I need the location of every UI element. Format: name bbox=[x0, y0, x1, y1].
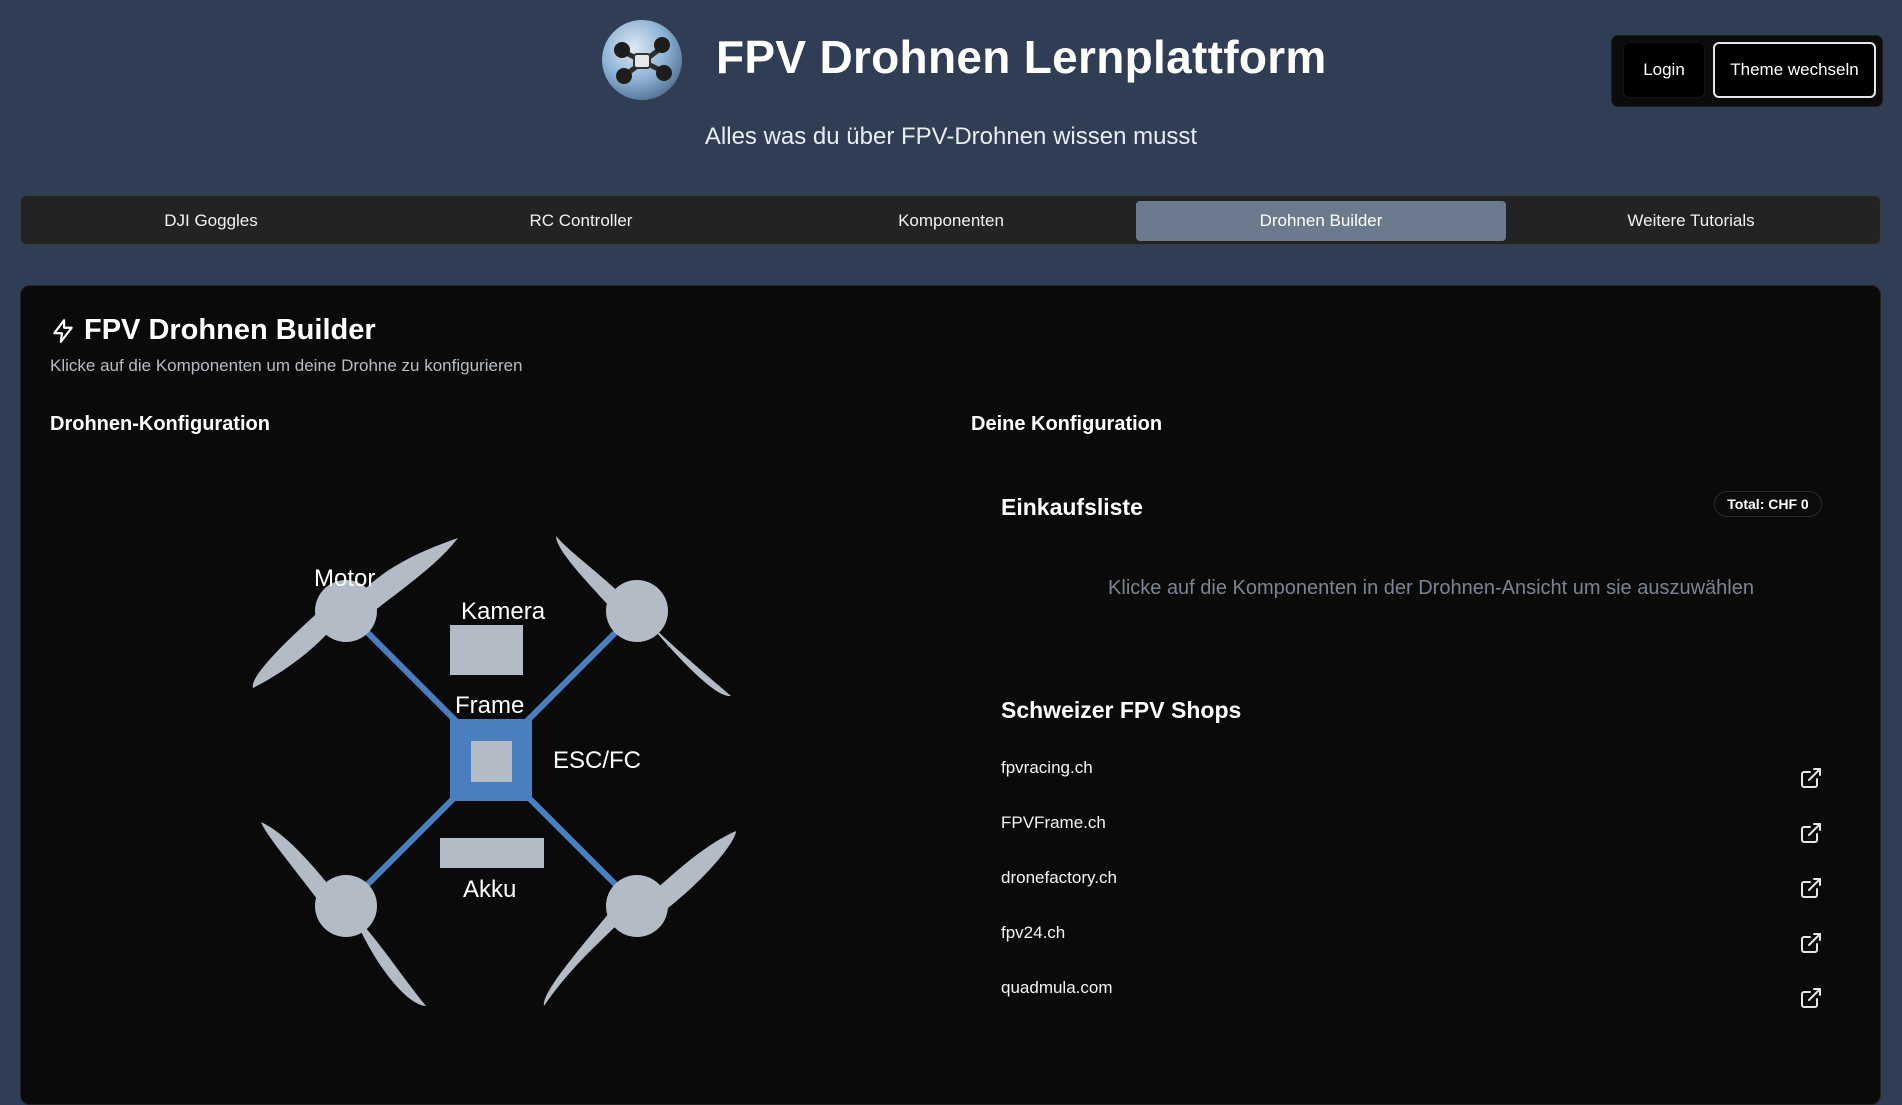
total-badge: Total: CHF 0 bbox=[1714, 491, 1822, 517]
shop-item: quadmula.com bbox=[1001, 978, 1823, 1018]
external-link-icon[interactable] bbox=[1799, 766, 1823, 790]
drone-logo-icon bbox=[602, 20, 682, 100]
motor-rear-right[interactable] bbox=[606, 875, 668, 937]
tab-dji-goggles[interactable]: DJI Goggles bbox=[26, 201, 396, 241]
header-actions: Login Theme wechseln bbox=[1611, 35, 1883, 107]
kamera-label: Kamera bbox=[461, 598, 546, 625]
empty-shopping-message: Klicke auf die Komponenten in der Drohne… bbox=[1108, 577, 1754, 599]
external-link-icon[interactable] bbox=[1799, 931, 1823, 955]
battery-part[interactable] bbox=[440, 838, 544, 868]
tab-rc-controller[interactable]: RC Controller bbox=[396, 201, 766, 241]
shop-item: dronefactory.ch bbox=[1001, 868, 1823, 908]
esc-fc-label: ESC/FC bbox=[553, 747, 641, 774]
builder-subtitle: Klicke auf die Komponenten um deine Droh… bbox=[50, 356, 523, 375]
esc-fc-part[interactable] bbox=[471, 741, 512, 782]
site-title: FPV Drohnen Lernplattform bbox=[716, 31, 1327, 83]
motor-front-right[interactable] bbox=[606, 580, 668, 642]
motor-label: Motor bbox=[314, 565, 375, 592]
shop-name-quadmula[interactable]: quadmula.com bbox=[1001, 978, 1113, 998]
theme-toggle-button[interactable]: Theme wechseln bbox=[1713, 42, 1876, 98]
shop-name-fpvracing[interactable]: fpvracing.ch bbox=[1001, 758, 1093, 778]
swiss-shops-title: Schweizer FPV Shops bbox=[1001, 697, 1242, 723]
shop-name-fpv24[interactable]: fpv24.ch bbox=[1001, 923, 1065, 943]
tab-komponenten[interactable]: Komponenten bbox=[766, 201, 1136, 241]
lightning-icon bbox=[53, 318, 73, 343]
akku-label: Akku bbox=[463, 876, 516, 903]
login-button[interactable]: Login bbox=[1623, 42, 1705, 98]
site-subtitle: Alles was du über FPV-Drohnen wissen mus… bbox=[704, 123, 1198, 150]
shop-item: fpvracing.ch bbox=[1001, 758, 1823, 798]
builder-title: FPV Drohnen Builder bbox=[50, 314, 376, 347]
main-tabs: DJI Goggles RC Controller Komponenten Dr… bbox=[20, 195, 1881, 245]
drone-config-heading: Drohnen-Konfiguration bbox=[50, 413, 270, 435]
camera-part[interactable] bbox=[450, 625, 523, 675]
external-link-icon[interactable] bbox=[1799, 876, 1823, 900]
shop-name-fpvframe[interactable]: FPVFrame.ch bbox=[1001, 813, 1106, 833]
shopping-list-title: Einkaufsliste bbox=[1001, 494, 1143, 520]
shop-item: FPVFrame.ch bbox=[1001, 813, 1823, 853]
motor-rear-left[interactable] bbox=[315, 875, 377, 937]
frame-label: Frame bbox=[455, 692, 524, 719]
builder-card: FPV Drohnen Builder Klicke auf die Kompo… bbox=[20, 285, 1881, 1105]
shop-name-dronefactory[interactable]: dronefactory.ch bbox=[1001, 868, 1117, 888]
shop-item: fpv24.ch bbox=[1001, 923, 1823, 963]
drone-diagram: Motor Kamera Frame ESC/FC Akku bbox=[252, 536, 736, 1006]
external-link-icon[interactable] bbox=[1799, 986, 1823, 1010]
builder-title-text: FPV Drohnen Builder bbox=[84, 314, 376, 346]
tab-drohnen-builder[interactable]: Drohnen Builder bbox=[1136, 201, 1506, 241]
tab-weitere-tutorials[interactable]: Weitere Tutorials bbox=[1506, 201, 1876, 241]
site-header: FPV Drohnen Lernplattform Alles was du ü… bbox=[0, 0, 1902, 185]
your-config-heading: Deine Konfiguration bbox=[971, 413, 1163, 435]
external-link-icon[interactable] bbox=[1799, 821, 1823, 845]
